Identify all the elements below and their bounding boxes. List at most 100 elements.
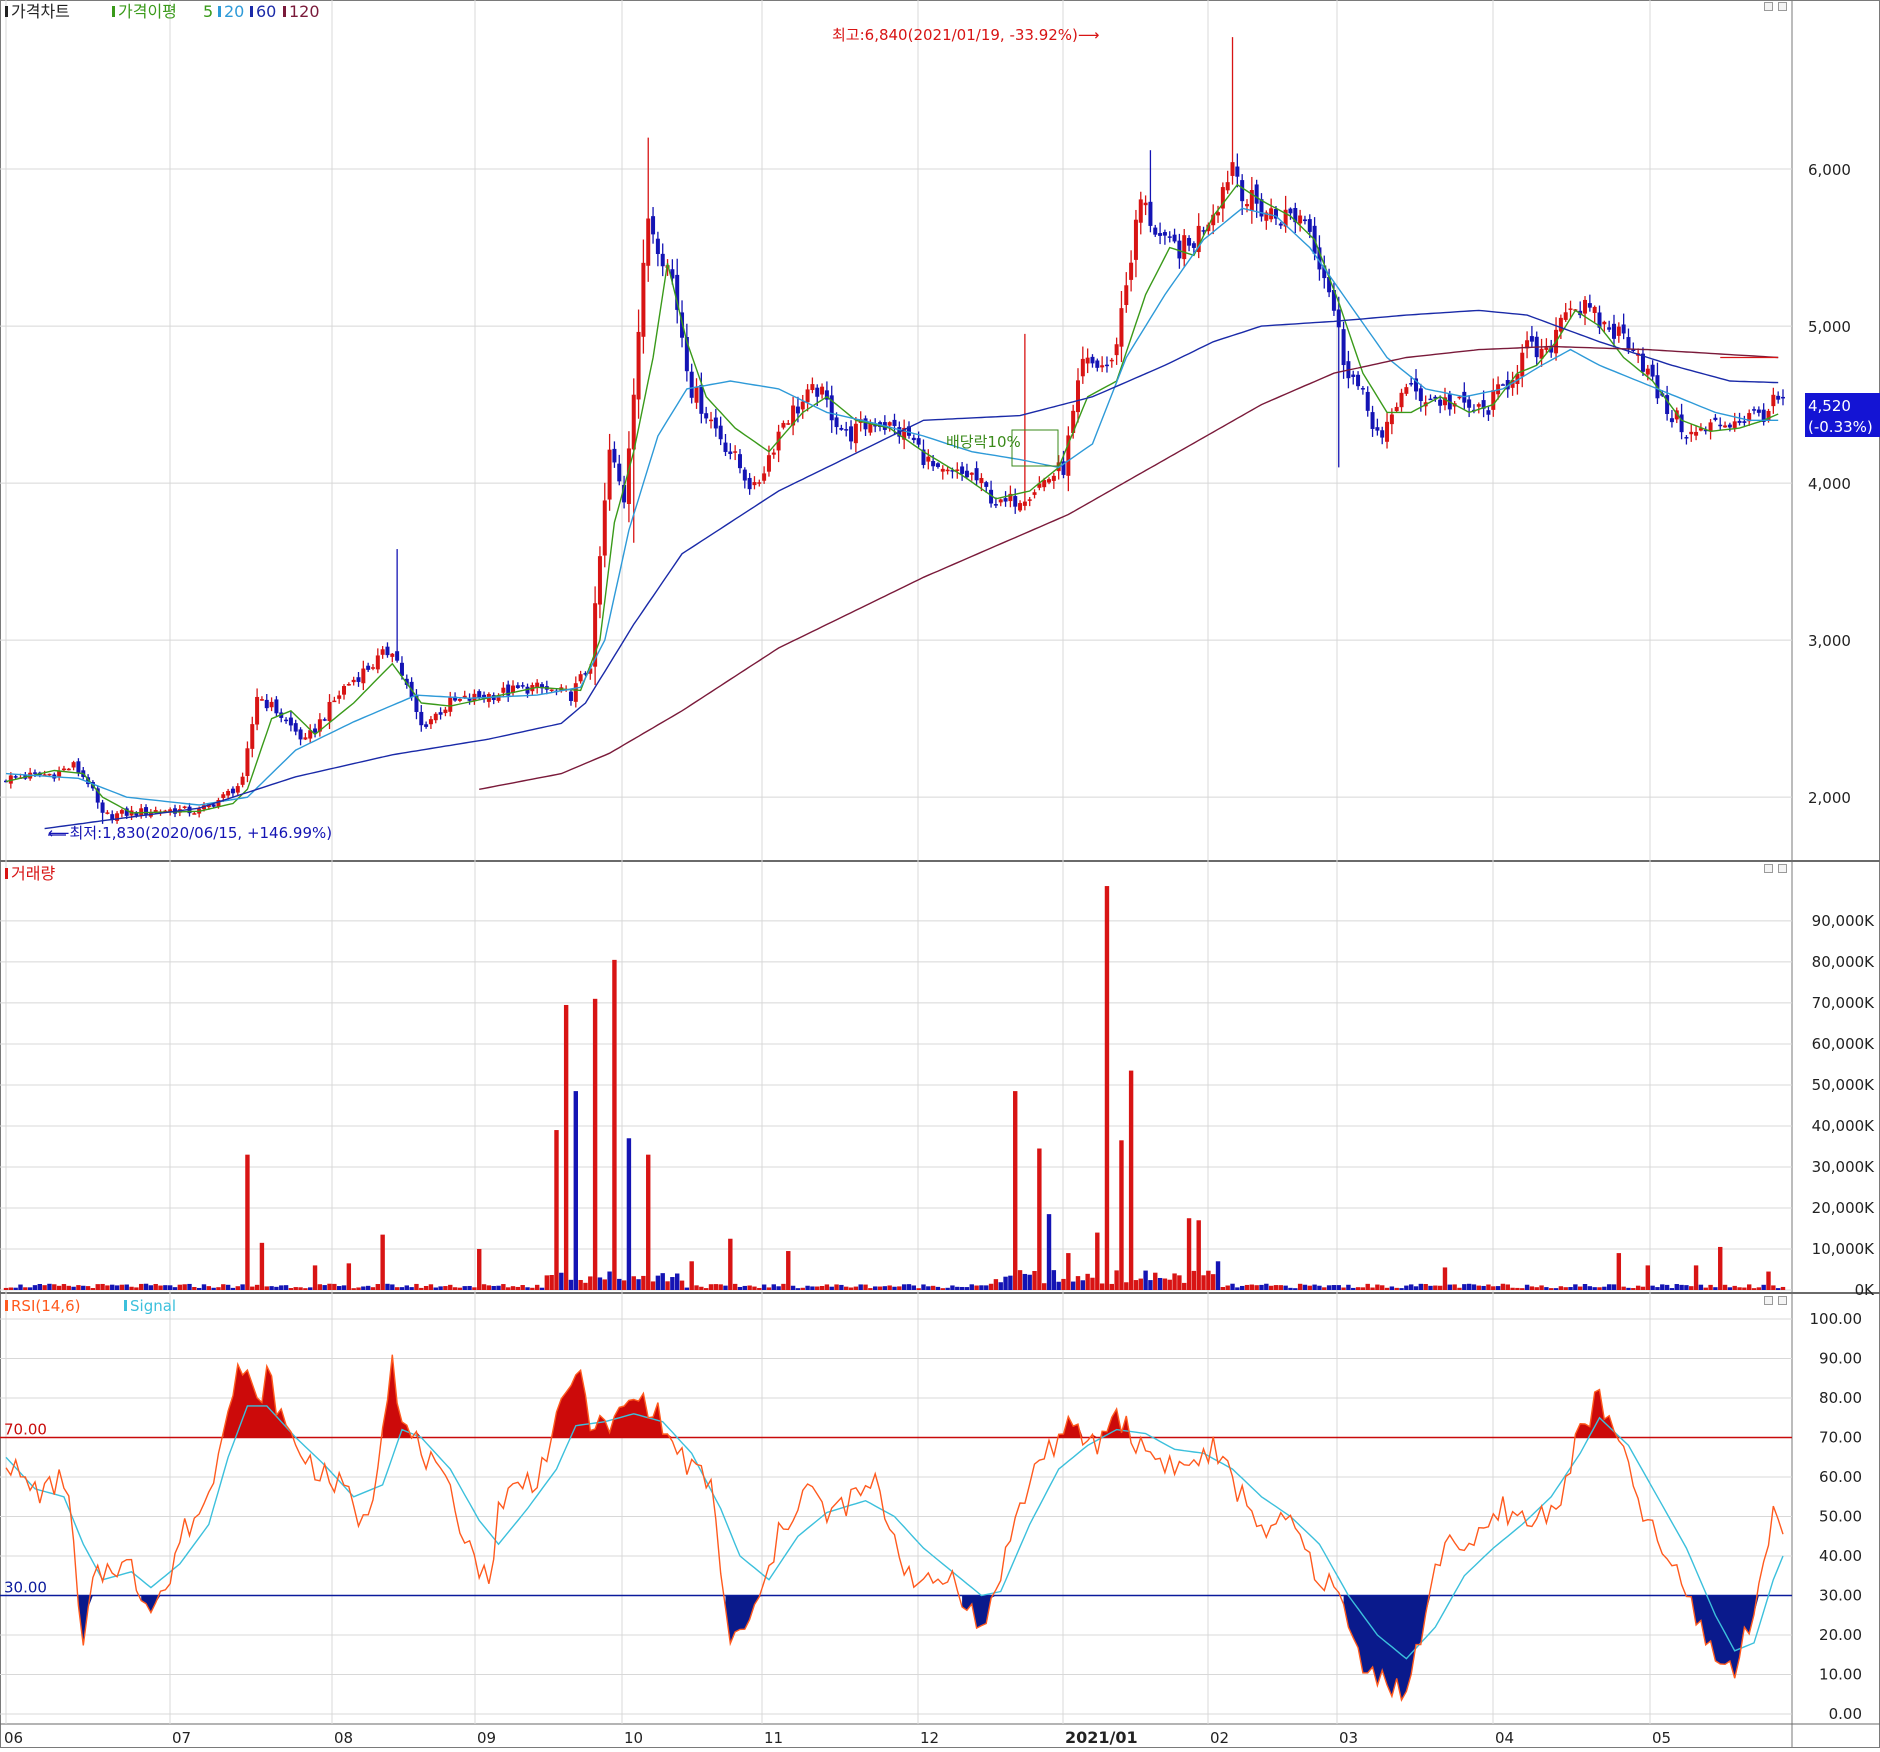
candle-body [221, 794, 226, 798]
price-panel-maximize-icon[interactable] [1764, 2, 1773, 11]
candle-body [259, 699, 264, 701]
candle-body [631, 394, 636, 450]
volume-bar [1288, 1287, 1293, 1290]
volume-bar [1153, 1272, 1158, 1290]
legend-marker [5, 868, 8, 879]
candle-body [71, 762, 76, 768]
volume-bar [1322, 1287, 1327, 1290]
volume-bar [945, 1287, 950, 1290]
volume-bar [317, 1284, 323, 1290]
rsi-panel-close-icon[interactable] [1778, 1296, 1787, 1305]
rsi-panel-maximize-icon[interactable] [1764, 1296, 1773, 1305]
volume-bar [955, 1286, 960, 1290]
candle-body [322, 719, 327, 721]
candle-body [1187, 237, 1192, 246]
volume-bar [1008, 1275, 1013, 1290]
volume-bar [153, 1283, 158, 1290]
volume-bar [419, 1287, 424, 1290]
volume-bar [626, 1138, 632, 1290]
candle-body [1645, 368, 1650, 375]
candle-body [568, 691, 573, 701]
volume-panel-close-icon[interactable] [1778, 864, 1787, 873]
volume-bar [1442, 1267, 1448, 1290]
volume-bar [110, 1284, 115, 1290]
candle-body [1558, 317, 1563, 332]
volume-bar [90, 1288, 96, 1290]
candle-body [844, 429, 849, 431]
volume-panel-maximize-icon[interactable] [1764, 864, 1773, 873]
volume-bar [1215, 1261, 1221, 1290]
volume-bar [23, 1287, 28, 1290]
candle-body [515, 685, 520, 688]
volume-bar [1592, 1287, 1597, 1290]
candle-body [863, 418, 868, 430]
volume-bar [892, 1286, 897, 1290]
ma20-line [5, 207, 1779, 806]
candle-body [255, 696, 260, 725]
candle-body [1742, 421, 1747, 423]
candle-body [424, 724, 429, 727]
candle-body [1723, 425, 1728, 428]
volume-bar [761, 1284, 767, 1290]
volume-bar [1732, 1285, 1737, 1290]
candle-body [385, 646, 390, 656]
rsi-y-tick-label: 40.00 [1819, 1547, 1862, 1565]
volume-bar [1336, 1285, 1341, 1290]
volume-bar [1225, 1285, 1230, 1290]
volume-bar [1582, 1284, 1588, 1290]
candle-body [1003, 498, 1008, 502]
candle-body [303, 737, 308, 740]
volume-bar [1196, 1220, 1201, 1290]
price-panel-close-icon[interactable] [1778, 2, 1787, 11]
candle-body [1240, 180, 1245, 202]
volume-y-tick-label: 30,000K [1812, 1158, 1875, 1176]
volume-bar [264, 1286, 269, 1290]
candle-body [1752, 409, 1757, 411]
price-y-tick-label: 5,000 [1808, 318, 1851, 336]
candle-body [1302, 219, 1307, 222]
candle-body [709, 419, 714, 422]
volume-bar [1602, 1286, 1607, 1290]
x-tick-label: 07 [172, 1729, 191, 1747]
volume-bar [496, 1285, 501, 1290]
volume-bar [559, 1272, 564, 1290]
candle-body [1602, 321, 1607, 325]
volume-bar [293, 1287, 298, 1290]
candle-body [1090, 356, 1095, 364]
volume-bar [1766, 1271, 1771, 1290]
volume-bar [1515, 1287, 1520, 1290]
volume-bar [819, 1285, 825, 1290]
candle-body [887, 422, 892, 426]
x-tick-label: 03 [1339, 1729, 1358, 1747]
candle-body [1027, 499, 1032, 501]
candle-body [1114, 344, 1119, 356]
volume-bar [766, 1287, 772, 1290]
volume-bar [1346, 1284, 1351, 1290]
candle-body [911, 437, 916, 441]
candle-body [293, 723, 298, 732]
candle-body [1018, 503, 1023, 511]
candle-body [728, 451, 733, 454]
signal-legend-title: Signal [130, 1297, 176, 1315]
candle-body [1085, 357, 1090, 364]
volume-bar [182, 1284, 187, 1290]
candle-body [240, 776, 245, 785]
volume-bar [235, 1286, 240, 1290]
volume-bar [27, 1287, 33, 1290]
volume-bars-group [3, 886, 1786, 1290]
candle-body [1409, 383, 1414, 385]
candle-body [1191, 243, 1196, 248]
candle-body [332, 700, 337, 703]
candle-body [573, 683, 578, 702]
volume-bar [665, 1281, 670, 1290]
volume-bar [279, 1285, 284, 1290]
volume-bar [303, 1288, 308, 1290]
candle-body [1298, 215, 1303, 224]
candle-body [800, 401, 805, 410]
volume-y-tick-label: 90,000K [1812, 912, 1875, 930]
candle-body [1104, 364, 1109, 367]
volume-bar [1099, 1283, 1105, 1290]
candle-body [1689, 431, 1694, 435]
volume-bar [1746, 1284, 1752, 1290]
candle-body [1669, 418, 1674, 423]
